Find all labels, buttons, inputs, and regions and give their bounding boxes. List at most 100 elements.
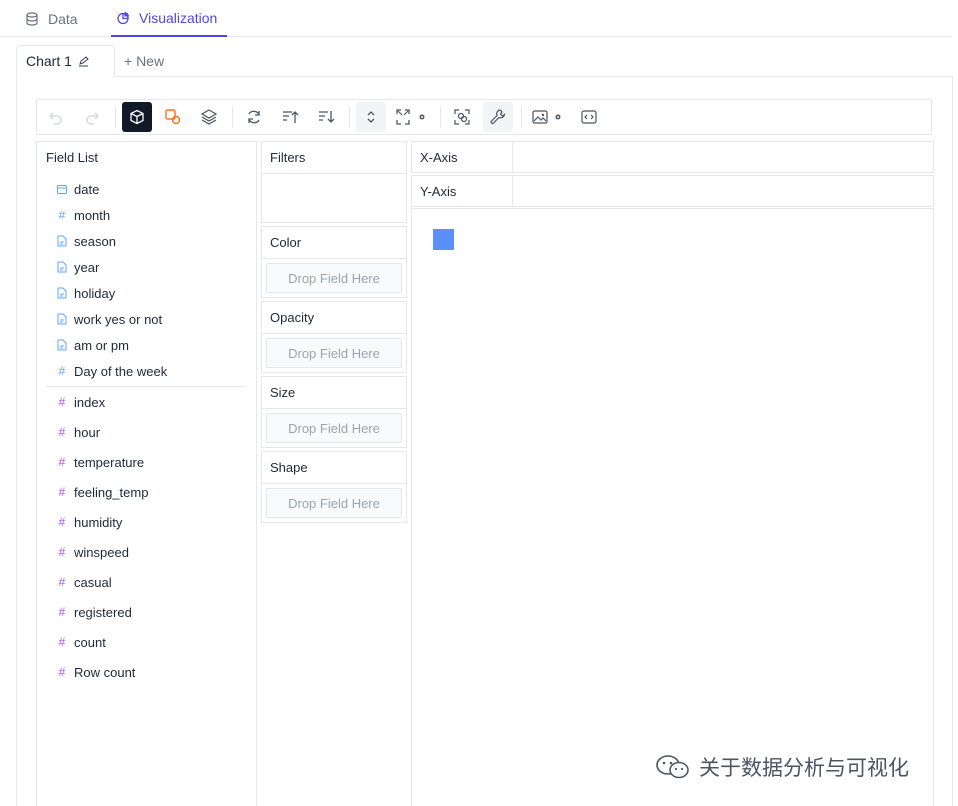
field-label: feeling_temp [74, 484, 149, 500]
field-label: season [74, 233, 116, 249]
redo-icon[interactable] [77, 102, 107, 132]
hash-icon: # [58, 208, 66, 222]
field-label: temperature [74, 454, 145, 470]
field-list-panel: Field List date # month season year holi… [36, 141, 257, 806]
sort-descending-icon[interactable] [311, 102, 341, 132]
expand-settings-icon[interactable] [392, 102, 432, 132]
field-label: year [74, 259, 100, 275]
size-label: Size [262, 377, 406, 409]
undo-icon[interactable] [41, 102, 71, 132]
field-item[interactable]: season [57, 232, 116, 250]
edit-icon[interactable] [78, 55, 89, 67]
field-item[interactable]: am or pm [57, 336, 129, 354]
tab-visualization[interactable]: Visualization [111, 0, 227, 37]
measure-item[interactable]: # Row count [57, 663, 136, 681]
field-label: work yes or not [74, 311, 163, 327]
field-item[interactable]: # month [57, 206, 110, 224]
measure-item[interactable]: # index [57, 393, 105, 411]
toolbar-divider [349, 106, 350, 128]
layers-icon[interactable] [194, 102, 224, 132]
measure-item[interactable]: # hour [57, 423, 100, 441]
text-file-icon [57, 261, 67, 273]
field-item[interactable]: year [57, 258, 99, 276]
size-channel: Size Drop Field Here [261, 376, 407, 448]
text-file-icon [57, 235, 67, 247]
watermark-text: 关于数据分析与可视化 [699, 756, 909, 780]
text-file-icon [57, 339, 67, 351]
field-label: registered [74, 604, 132, 620]
filters-label: Filters [262, 142, 406, 174]
chart-tab-label: Chart 1 [26, 53, 72, 69]
color-drop-zone[interactable]: Drop Field Here [266, 263, 402, 293]
field-item[interactable]: # Day of the week [57, 362, 168, 380]
toolbar-divider [232, 106, 233, 128]
field-label: humidity [74, 514, 123, 530]
hash-icon: # [58, 425, 66, 439]
cube-icon[interactable] [122, 102, 152, 132]
pie-chart-icon [115, 10, 131, 26]
toolbar-divider [115, 106, 116, 128]
measure-item[interactable]: # registered [57, 603, 132, 621]
field-list-title: Field List [46, 150, 99, 165]
toolbar-divider [521, 106, 522, 128]
hash-icon: # [58, 665, 66, 679]
filters-panel: Filters [261, 141, 407, 223]
color-channel: Color Drop Field Here [261, 226, 407, 298]
field-item[interactable]: holiday [57, 284, 115, 302]
tab-visualization-label: Visualization [139, 9, 218, 26]
hash-icon: # [58, 515, 66, 529]
tab-data-label: Data [48, 10, 78, 27]
top-tab-bar: Data Visualization [0, 0, 952, 37]
measure-item[interactable]: # humidity [57, 513, 123, 531]
opacity-channel: Opacity Drop Field Here [261, 301, 407, 373]
measure-item[interactable]: # casual [57, 573, 112, 591]
field-label: Day of the week [74, 363, 168, 379]
image-settings-icon[interactable] [528, 102, 568, 132]
new-chart-button[interactable]: + New [115, 45, 173, 77]
field-label: month [74, 207, 111, 223]
hash-icon: # [58, 485, 66, 499]
tab-data[interactable]: Data [20, 0, 88, 37]
measure-item[interactable]: # feeling_temp [57, 483, 149, 501]
x-axis-shelf[interactable]: X-Axis [411, 141, 934, 173]
field-label: index [74, 394, 106, 410]
code-icon[interactable] [574, 102, 604, 132]
opacity-label: Opacity [262, 302, 406, 334]
shape-drop-zone[interactable]: Drop Field Here [266, 488, 402, 518]
opacity-drop-zone[interactable]: Drop Field Here [266, 338, 402, 368]
measure-item[interactable]: # winspeed [57, 543, 129, 561]
hash-icon: # [58, 635, 66, 649]
field-label: Row count [74, 664, 136, 680]
measure-item[interactable]: # count [57, 633, 106, 651]
size-drop-zone[interactable]: Drop Field Here [266, 413, 402, 443]
focus-icon[interactable] [447, 102, 477, 132]
field-list-divider [46, 386, 246, 387]
field-item[interactable]: work yes or not [57, 310, 162, 328]
chart-tab-1[interactable]: Chart 1 [16, 45, 115, 77]
text-file-icon [57, 287, 67, 299]
chart-canvas[interactable] [411, 208, 934, 806]
measure-item[interactable]: # temperature [57, 453, 144, 471]
shape-channel: Shape Drop Field Here [261, 451, 407, 523]
field-label: date [74, 181, 100, 197]
shapes-icon[interactable] [158, 102, 188, 132]
hash-icon: # [58, 455, 66, 469]
watermark: 关于数据分析与可视化 [655, 752, 909, 782]
field-label: hour [74, 424, 101, 440]
x-axis-label: X-Axis [412, 142, 513, 172]
color-label: Color [262, 227, 406, 259]
stack-chevron-icon[interactable] [356, 102, 386, 132]
field-label: holiday [74, 285, 116, 301]
refresh-icon[interactable] [239, 102, 269, 132]
chart-mark [433, 229, 454, 250]
wrench-icon[interactable] [483, 102, 513, 132]
y-axis-label: Y-Axis [412, 176, 513, 206]
field-label: winspeed [74, 544, 129, 560]
y-axis-shelf[interactable]: Y-Axis [411, 175, 934, 207]
sort-ascending-icon[interactable] [275, 102, 305, 132]
field-item[interactable]: date [57, 180, 99, 198]
hash-icon: # [58, 395, 66, 409]
field-label: am or pm [74, 337, 129, 353]
field-label: count [74, 634, 106, 650]
database-icon [24, 11, 40, 27]
